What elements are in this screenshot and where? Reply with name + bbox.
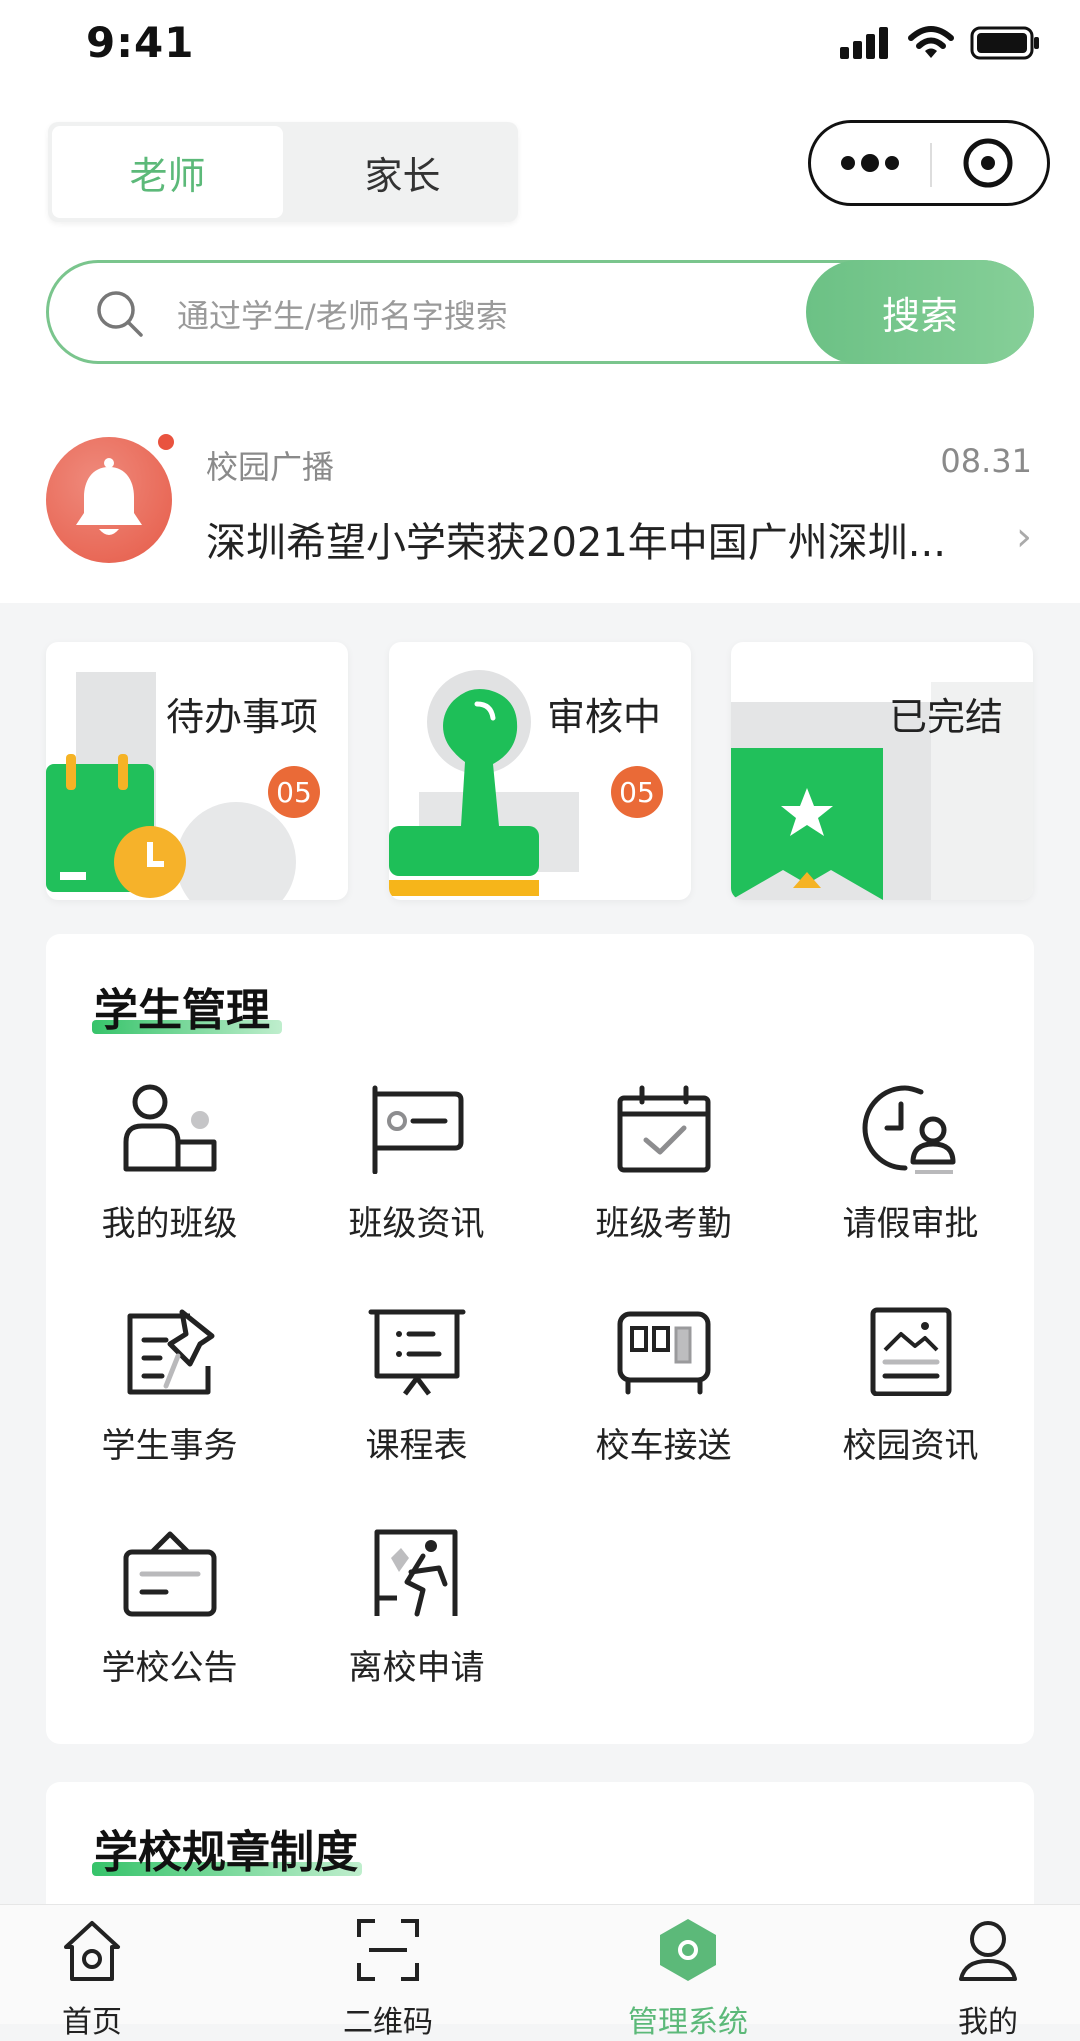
profile-icon [959, 1921, 1017, 1981]
notice-category: 校园广播 [206, 448, 335, 486]
grid-label: 校园资讯 [842, 1426, 979, 1466]
tabbar-label: 二维码 [343, 2005, 433, 2040]
unread-dot [158, 434, 174, 450]
clock-person-icon [862, 1085, 955, 1174]
pin-edit-icon [127, 1309, 214, 1395]
broadcast-avatar [46, 437, 172, 563]
easel-list-icon [368, 1309, 465, 1396]
student-management-panel: 学生管理 我的班级 班级资讯 班级考勤 请假审批 学生事务 课程表 校车接送 校… [46, 934, 1034, 1744]
notice-date: 08.31 [940, 442, 1032, 480]
grid-item-campus-news[interactable]: 校园资讯 [787, 1306, 1034, 1467]
grid-item-leave-approval[interactable]: 请假审批 [787, 1084, 1034, 1245]
grid-item-school-notice[interactable]: 学校公告 [46, 1528, 293, 1689]
tab-parent[interactable]: 家长 [287, 122, 518, 222]
card-completed[interactable]: 已完结 [731, 642, 1033, 900]
battery-icon [970, 26, 1039, 60]
tabbar-item-management[interactable]: 管理系统 [588, 1917, 788, 2041]
grid-label: 课程表 [365, 1426, 468, 1466]
close-button[interactable] [929, 123, 1047, 203]
role-switch: 老师 家长 [48, 122, 518, 222]
tabbar-item-profile[interactable]: 我的 [888, 1917, 1080, 2041]
scan-icon [357, 1919, 419, 1981]
tabbar-item-home[interactable]: 首页 [0, 1917, 192, 2041]
tabbar-label: 首页 [62, 2005, 122, 2040]
hexagon-icon [660, 1919, 716, 1981]
card-title: 已完结 [888, 695, 1003, 739]
search-button[interactable]: 搜索 [806, 260, 1034, 364]
capsule-divider [930, 143, 932, 187]
notice-headline[interactable]: 深圳希望小学荣获2021年中国广州深圳... [206, 510, 946, 568]
search-bar[interactable]: 通过学生/老师名字搜索 搜索 [46, 260, 1034, 364]
ellipsis-icon [841, 154, 899, 172]
chevron-right-icon[interactable]: › [1016, 514, 1032, 560]
grid-item-student-affairs[interactable]: 学生事务 [46, 1306, 293, 1467]
status-time: 9:41 [86, 18, 195, 67]
class-people-icon [123, 1084, 216, 1172]
bell-icon [76, 458, 142, 535]
miniprogram-capsule [808, 120, 1050, 206]
exit-door-icon [374, 1529, 457, 1617]
tabbar-label: 我的 [958, 2005, 1018, 2040]
search-input[interactable]: 通过学生/老师名字搜索 [177, 291, 508, 337]
count-badge: 05 [268, 766, 320, 818]
search-icon [97, 291, 143, 337]
grid-label: 学生事务 [101, 1426, 238, 1466]
tab-teacher[interactable]: 老师 [52, 126, 283, 218]
more-button[interactable] [811, 123, 929, 203]
home-icon [64, 1921, 120, 1981]
calendar-check-icon [617, 1085, 710, 1173]
tabbar-label: 管理系统 [628, 2005, 748, 2040]
tabbar-item-qrcode[interactable]: 二维码 [288, 1917, 488, 2041]
target-icon [963, 138, 1013, 188]
grid-label: 我的班级 [101, 1204, 238, 1244]
count-badge: 05 [611, 766, 663, 818]
status-icons [840, 26, 1040, 60]
grid-item-school-bus[interactable]: 校车接送 [540, 1306, 787, 1467]
grid-item-my-class[interactable]: 我的班级 [46, 1084, 293, 1245]
signal-icon [840, 27, 888, 59]
picture-doc-icon [870, 1307, 951, 1396]
bookmark-star-icon [731, 682, 1033, 900]
bottom-tab-bar: 首页 二维码 管理系统 我的 [0, 1904, 1080, 2040]
class-news-flag-icon [372, 1085, 463, 1174]
grid-label: 学校公告 [101, 1648, 238, 1688]
grid-label: 离校申请 [348, 1648, 485, 1688]
grid-item-timetable[interactable]: 课程表 [293, 1306, 540, 1467]
section-title: 学校规章制度 [94, 1827, 358, 1878]
card-todo[interactable]: 待办事项 05 [46, 642, 348, 900]
card-title: 审核中 [546, 695, 661, 739]
grid-label: 班级考勤 [595, 1204, 732, 1244]
card-title: 待办事项 [165, 695, 318, 739]
notice-board-icon [123, 1531, 216, 1617]
bus-icon [617, 1311, 710, 1395]
grid-item-class-news[interactable]: 班级资讯 [293, 1084, 540, 1245]
grid-item-leave-school[interactable]: 离校申请 [293, 1528, 540, 1689]
grid-item-attendance[interactable]: 班级考勤 [540, 1084, 787, 1245]
grid-label: 班级资讯 [348, 1204, 485, 1244]
section-title: 学生管理 [94, 985, 270, 1036]
grid-label: 请假审批 [842, 1204, 979, 1244]
school-rules-panel: 学校规章制度 [46, 1782, 1034, 1922]
grid-label: 校车接送 [595, 1426, 732, 1466]
wifi-icon [908, 26, 954, 58]
card-reviewing[interactable]: 审核中 05 [389, 642, 691, 900]
